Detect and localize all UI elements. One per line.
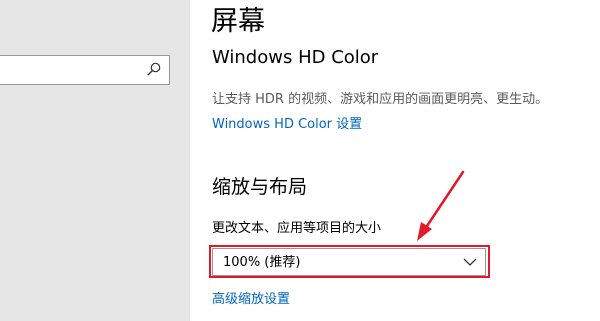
scale-layout-heading: 缩放与布局: [212, 176, 308, 198]
search-input[interactable]: [0, 56, 155, 84]
sidebar: [0, 0, 190, 321]
text-size-dropdown[interactable]: 100% (推荐): [212, 248, 486, 276]
hdr-section-heading: Windows HD Color: [212, 47, 379, 68]
chevron-down-icon: [463, 258, 477, 266]
advanced-scaling-link[interactable]: 高级缩放设置: [212, 291, 290, 309]
search-box[interactable]: [0, 55, 170, 85]
page-title: 屏幕: [211, 6, 265, 37]
settings-main-panel: 屏幕 Windows HD Color 让支持 HDR 的视频、游戏和应用的画面…: [190, 0, 600, 321]
hdr-description: 让支持 HDR 的视频、游戏和应用的画面更明亮、更生动。: [212, 92, 549, 107]
text-size-label: 更改文本、应用等项目的大小: [212, 221, 382, 236]
search-icon[interactable]: [147, 62, 161, 76]
hdr-settings-link[interactable]: Windows HD Color 设置: [212, 116, 362, 134]
text-size-selected-value: 100% (推荐): [223, 255, 301, 270]
